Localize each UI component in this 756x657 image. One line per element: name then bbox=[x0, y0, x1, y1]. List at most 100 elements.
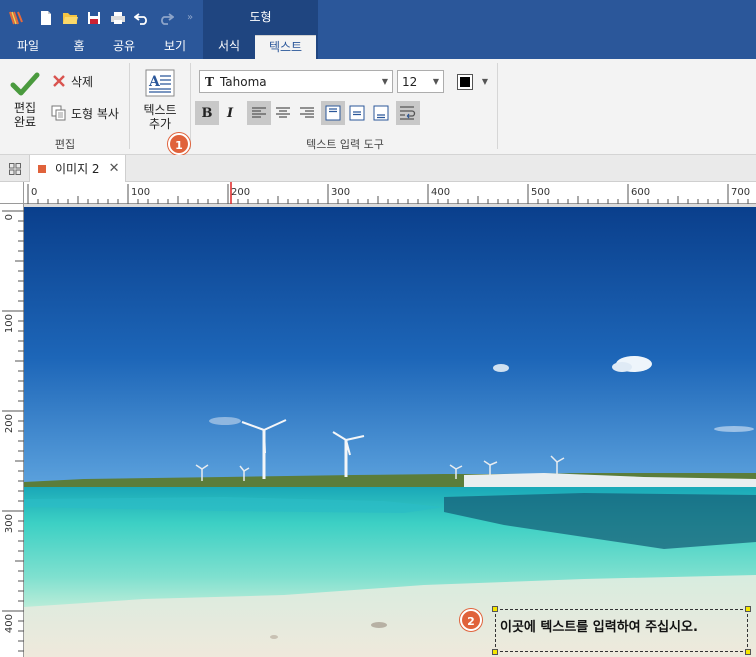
ruler-label: 700 bbox=[731, 187, 750, 198]
bold-button[interactable]: B bbox=[195, 101, 219, 125]
delete-x-icon bbox=[50, 72, 68, 90]
beach-photo bbox=[24, 207, 756, 657]
chevron-down-icon: ▼ bbox=[381, 77, 389, 86]
ruler-label: 200 bbox=[4, 414, 15, 433]
text-box-icon: A bbox=[138, 69, 182, 99]
font-family-select[interactable]: T Tahoma ▼ bbox=[199, 70, 393, 93]
chevron-down-icon: ▼ bbox=[481, 77, 489, 86]
align-right-icon bbox=[300, 107, 314, 118]
vertical-ruler: 0 100 200 300 400 bbox=[0, 204, 24, 657]
document-tab-label: 이미지 2 bbox=[55, 162, 100, 176]
align-left-icon bbox=[252, 107, 266, 118]
context-group-label: 도형 bbox=[203, 0, 318, 35]
add-text-label-2: 추가 bbox=[148, 117, 172, 131]
undo-icon[interactable] bbox=[130, 6, 154, 30]
step-badge-2: 2 bbox=[460, 609, 482, 631]
finish-edit-label-2: 완료 bbox=[13, 115, 37, 129]
image-canvas[interactable]: 이곳에 텍스트를 입력하여 주십시오. 2 bbox=[24, 204, 756, 657]
delete-button[interactable]: 삭제 bbox=[50, 72, 93, 90]
document-color-marker bbox=[38, 164, 46, 173]
copy-shape-label: 도형 복사 bbox=[71, 106, 119, 121]
valign-middle-button[interactable] bbox=[345, 101, 369, 125]
horizontal-ruler-ticks: 0 100 200 300 400 500 600 700 bbox=[27, 182, 750, 204]
ruler-label: 500 bbox=[531, 187, 550, 198]
ruler-label: 0 bbox=[31, 187, 37, 198]
truetype-icon: T bbox=[205, 74, 214, 89]
grid-view-icon[interactable] bbox=[0, 155, 30, 182]
text-input-placeholder[interactable]: 이곳에 텍스트를 입력하여 주십시오. bbox=[500, 616, 698, 635]
app-logo-icon[interactable] bbox=[4, 6, 28, 30]
ribbon: 편집 완료 삭제 도형 복사 편집 A 텍스트 추가 T Tahoma ▼ 12… bbox=[0, 59, 756, 155]
align-right-button[interactable] bbox=[295, 101, 319, 125]
group-divider bbox=[497, 63, 498, 149]
tab-view[interactable]: 보기 bbox=[152, 35, 198, 59]
finish-edit-label-1: 편집 bbox=[13, 101, 37, 115]
valign-bottom-icon bbox=[373, 105, 389, 121]
italic-button[interactable]: I bbox=[218, 101, 242, 125]
ruler-label: 100 bbox=[131, 187, 150, 198]
resize-handle[interactable] bbox=[745, 606, 751, 612]
close-icon[interactable]: ✕ bbox=[109, 161, 120, 176]
valign-bottom-button[interactable] bbox=[369, 101, 393, 125]
font-size-value: 12 bbox=[402, 74, 418, 89]
align-center-button[interactable] bbox=[271, 101, 295, 125]
ruler-label: 200 bbox=[231, 187, 250, 198]
text-tools-group-label: 텍스트 입력 도구 bbox=[306, 138, 384, 151]
ruler-label: 600 bbox=[631, 187, 650, 198]
copy-icon bbox=[50, 104, 68, 122]
new-file-icon[interactable] bbox=[34, 6, 58, 30]
document-tab-strip: 이미지 2 ✕ bbox=[0, 155, 756, 182]
title-bar: » 도형 bbox=[0, 0, 756, 35]
resize-handle[interactable] bbox=[492, 649, 498, 655]
horizontal-ruler: 0 100 200 300 400 500 600 700 bbox=[24, 182, 756, 204]
ruler-label: 400 bbox=[431, 187, 450, 198]
edit-group-label: 편집 bbox=[54, 138, 76, 151]
word-wrap-button[interactable] bbox=[396, 101, 420, 125]
font-family-value: Tahoma bbox=[219, 74, 267, 89]
redo-icon[interactable] bbox=[154, 6, 178, 30]
font-size-select[interactable]: 12 ▼ bbox=[397, 70, 444, 93]
chevron-down-icon: ▼ bbox=[432, 77, 440, 86]
add-text-label-1: 텍스트 bbox=[143, 103, 177, 117]
step-badge-1: 1 bbox=[168, 133, 190, 155]
open-folder-icon[interactable] bbox=[58, 6, 82, 30]
align-center-icon bbox=[276, 107, 290, 118]
more-icon[interactable]: » bbox=[178, 6, 202, 30]
valign-top-icon bbox=[325, 105, 341, 121]
group-divider bbox=[190, 63, 191, 149]
font-color-button[interactable]: ▼ bbox=[452, 70, 492, 93]
tab-share[interactable]: 공유 bbox=[104, 35, 144, 59]
valign-middle-icon bbox=[349, 105, 365, 121]
word-wrap-icon bbox=[400, 106, 416, 120]
delete-label: 삭제 bbox=[71, 74, 94, 89]
valign-top-button[interactable] bbox=[321, 101, 345, 125]
svg-text:A: A bbox=[148, 74, 161, 90]
text-input-box[interactable]: 이곳에 텍스트를 입력하여 주십시오. bbox=[492, 606, 751, 655]
italic-icon: I bbox=[226, 105, 234, 121]
resize-handle[interactable] bbox=[492, 606, 498, 612]
tab-text[interactable]: 텍스트 bbox=[255, 35, 316, 59]
finish-edit-button[interactable]: 편집 완료 bbox=[6, 71, 44, 129]
color-swatch bbox=[457, 73, 473, 90]
ruler-label: 300 bbox=[4, 514, 15, 533]
resize-handle[interactable] bbox=[745, 649, 751, 655]
save-icon[interactable] bbox=[82, 6, 106, 30]
tab-home[interactable]: 홈 bbox=[62, 35, 96, 59]
add-text-button[interactable]: A 텍스트 추가 bbox=[138, 69, 182, 131]
print-icon[interactable] bbox=[106, 6, 130, 30]
align-left-button[interactable] bbox=[247, 101, 271, 125]
ruler-label: 0 bbox=[4, 214, 15, 220]
ruler-corner bbox=[0, 182, 24, 204]
vertical-ruler-ticks: 0 100 200 300 400 bbox=[2, 210, 24, 652]
quick-access-toolbar: » bbox=[0, 0, 202, 35]
group-divider bbox=[129, 63, 130, 149]
ruler-label: 300 bbox=[331, 187, 350, 198]
tab-format[interactable]: 서식 bbox=[205, 35, 253, 59]
tab-file[interactable]: 파일 bbox=[2, 35, 54, 59]
ribbon-tabs: 파일 홈 공유 보기 서식 텍스트 bbox=[0, 35, 756, 59]
copy-shape-button[interactable]: 도형 복사 bbox=[50, 104, 119, 122]
document-tab[interactable]: 이미지 2 ✕ bbox=[30, 155, 126, 182]
checkmark-icon bbox=[6, 71, 44, 99]
bold-icon: B bbox=[201, 105, 213, 121]
ruler-label: 400 bbox=[4, 614, 15, 633]
